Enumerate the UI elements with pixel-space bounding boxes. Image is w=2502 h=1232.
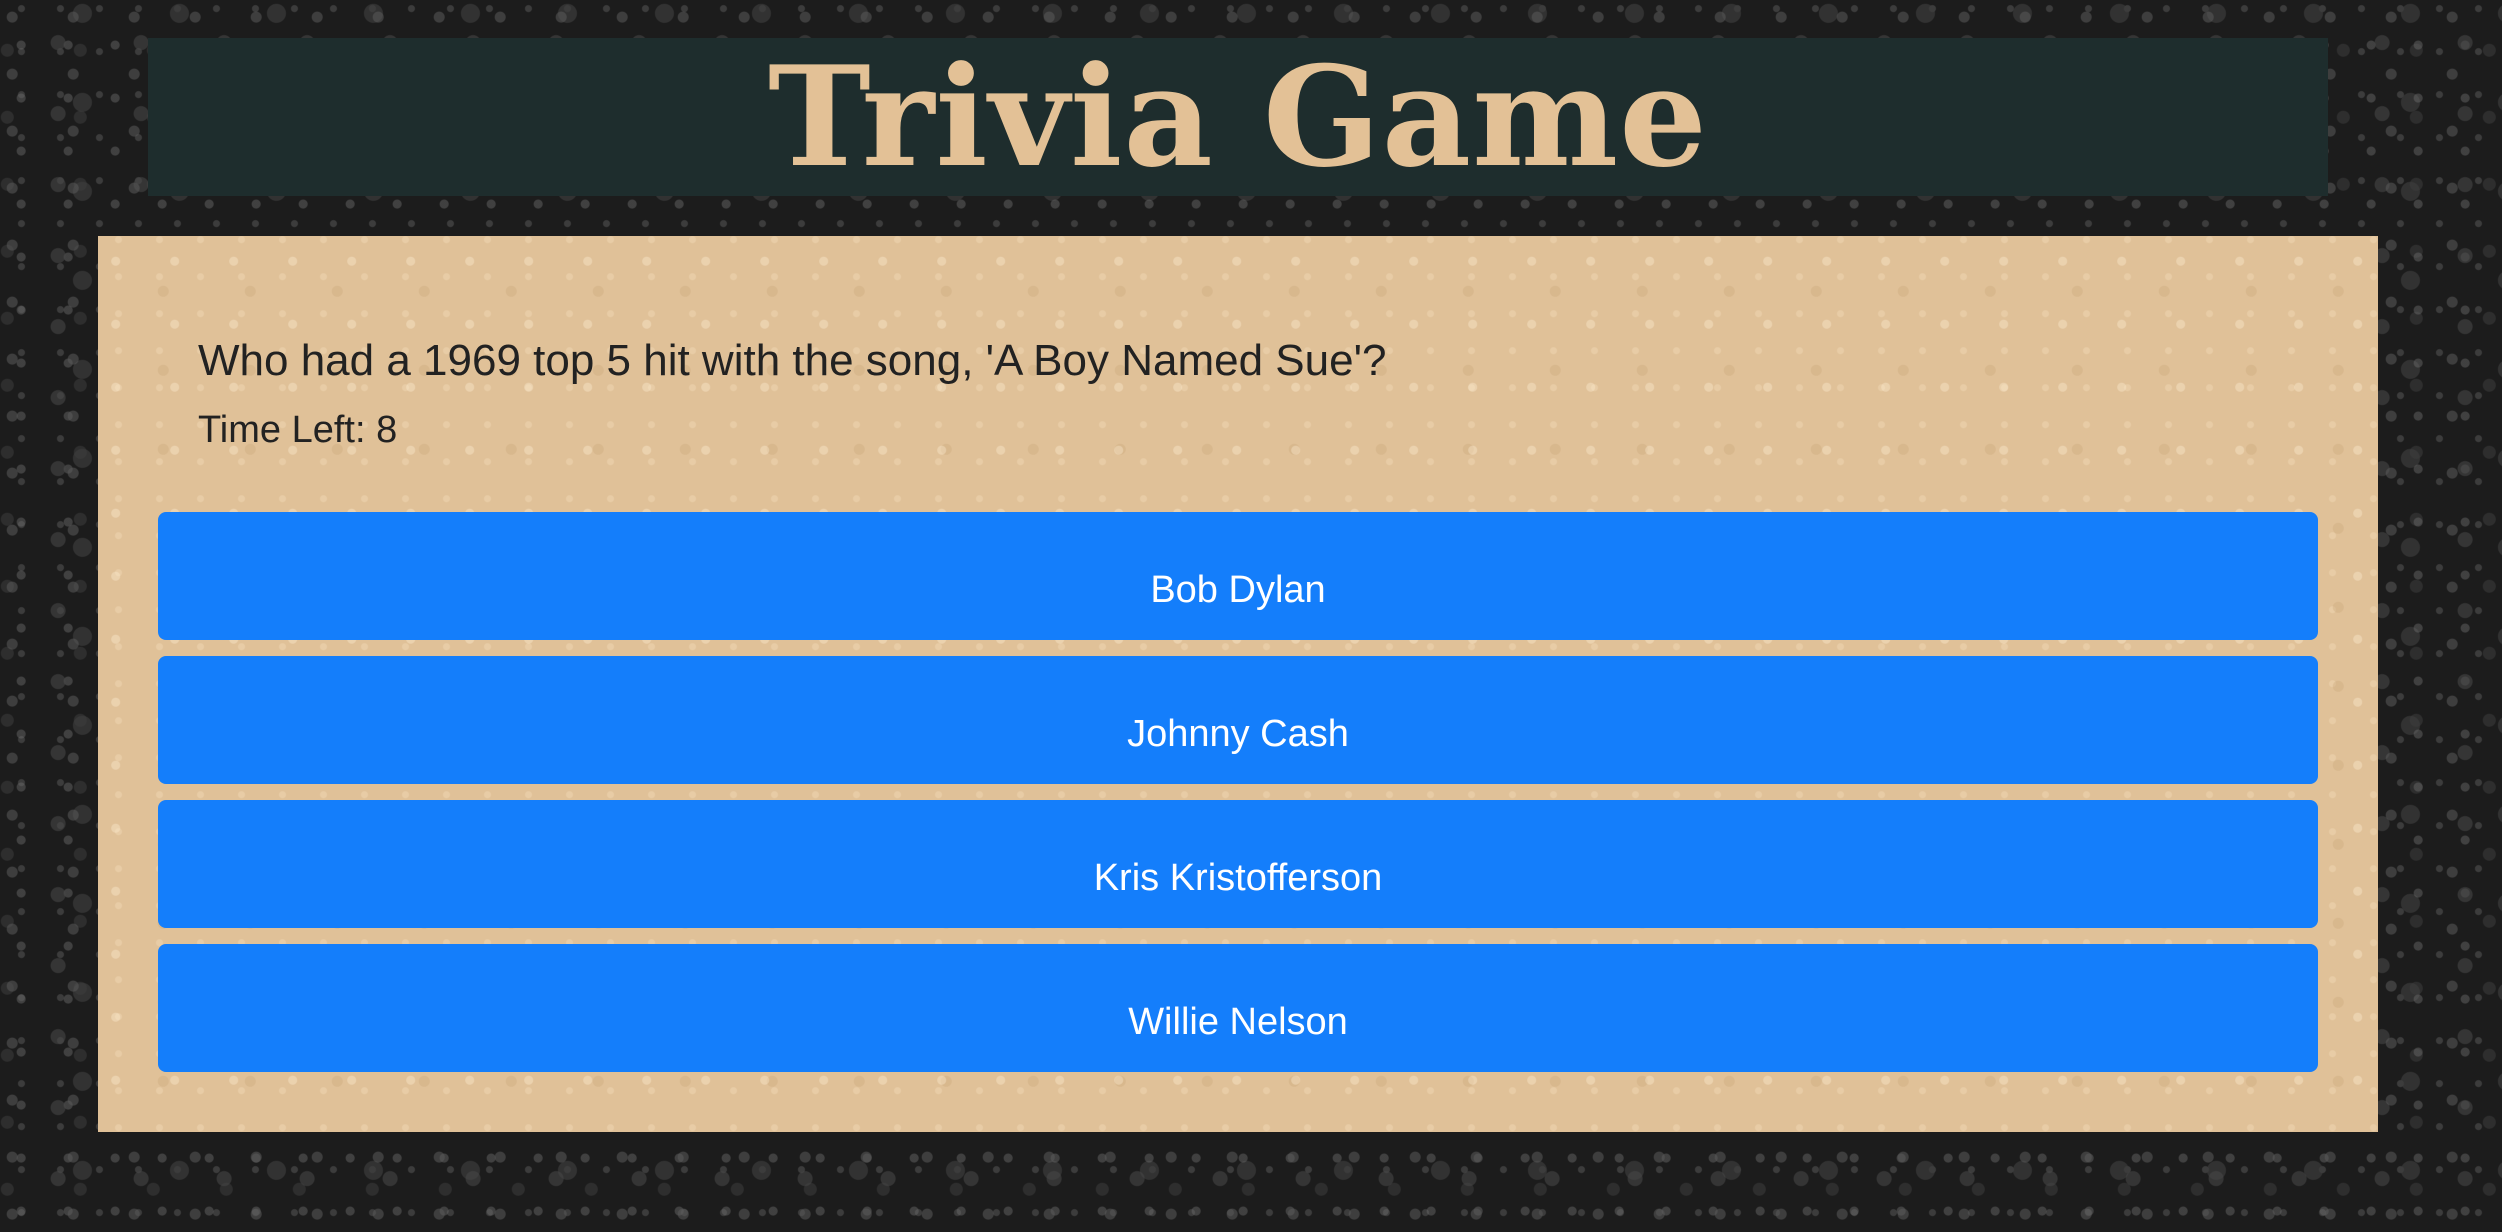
answer-button-johnny-cash[interactable]: Johnny Cash xyxy=(158,656,2318,784)
time-left-value: 8 xyxy=(376,409,398,451)
page-title: Trivia Game xyxy=(768,35,1708,198)
answer-button-willie-nelson[interactable]: Willie Nelson xyxy=(158,944,2318,1072)
title-banner: Trivia Game xyxy=(148,38,2328,196)
answer-list: Bob Dylan Johnny Cash Kris Kristofferson… xyxy=(158,512,2318,1088)
quiz-panel: Who had a 1969 top 5 hit with the song, … xyxy=(98,236,2378,1132)
timer: Time Left: 8 xyxy=(198,409,397,452)
timer-label: Time Left: xyxy=(198,409,366,451)
answer-button-bob-dylan[interactable]: Bob Dylan xyxy=(158,512,2318,640)
question-text: Who had a 1969 top 5 hit with the song, … xyxy=(198,336,1387,385)
answer-button-kris-kristofferson[interactable]: Kris Kristofferson xyxy=(158,800,2318,928)
